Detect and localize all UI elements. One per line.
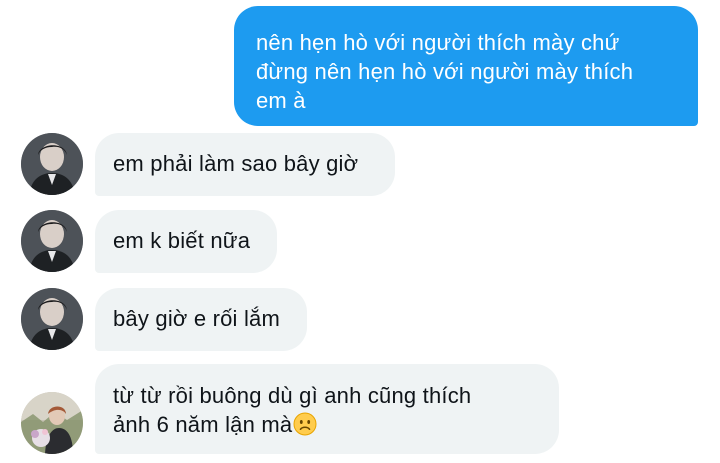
message-line: đừng nên hẹn hò với người mày thích — [256, 59, 634, 84]
message-text: em k biết nữa — [113, 228, 251, 253]
incoming-message-bubble[interactable]: em k biết nữa — [95, 210, 277, 273]
message-text: em phải làm sao bây giờ — [113, 151, 359, 176]
message-line-text: ảnh 6 năm lận mà — [113, 412, 293, 437]
profile-photo-icon — [21, 288, 83, 350]
incoming-message-bubble[interactable]: bây giờ e rối lắm — [95, 288, 307, 351]
sender-avatar[interactable] — [21, 133, 83, 195]
incoming-message-bubble[interactable]: từ từ rồi buông dù gì anh cũng thích ảnh… — [95, 364, 559, 454]
message-line: từ từ rồi buông dù gì anh cũng thích — [113, 383, 472, 408]
sender-avatar[interactable] — [21, 210, 83, 272]
message-line: nên hẹn hò với người thích mày chứ — [256, 30, 620, 55]
incoming-message-bubble[interactable]: em phải làm sao bây giờ — [95, 133, 395, 196]
sender-avatar[interactable] — [21, 288, 83, 350]
sender-avatar[interactable] — [21, 392, 83, 454]
message-text: bây giờ e rối lắm — [113, 306, 281, 331]
outgoing-message-bubble[interactable]: nên hẹn hò với người thích mày chứ đừng … — [234, 6, 698, 126]
profile-photo-icon — [21, 392, 83, 454]
chat-thread: nên hẹn hò với người thích mày chứ đừng … — [0, 0, 720, 463]
message-line: ảnh 6 năm lận mà — [113, 410, 541, 439]
slightly-frowning-face-icon — [293, 412, 317, 436]
profile-photo-icon — [21, 133, 83, 195]
profile-photo-icon — [21, 210, 83, 272]
message-line: em à — [256, 88, 306, 113]
